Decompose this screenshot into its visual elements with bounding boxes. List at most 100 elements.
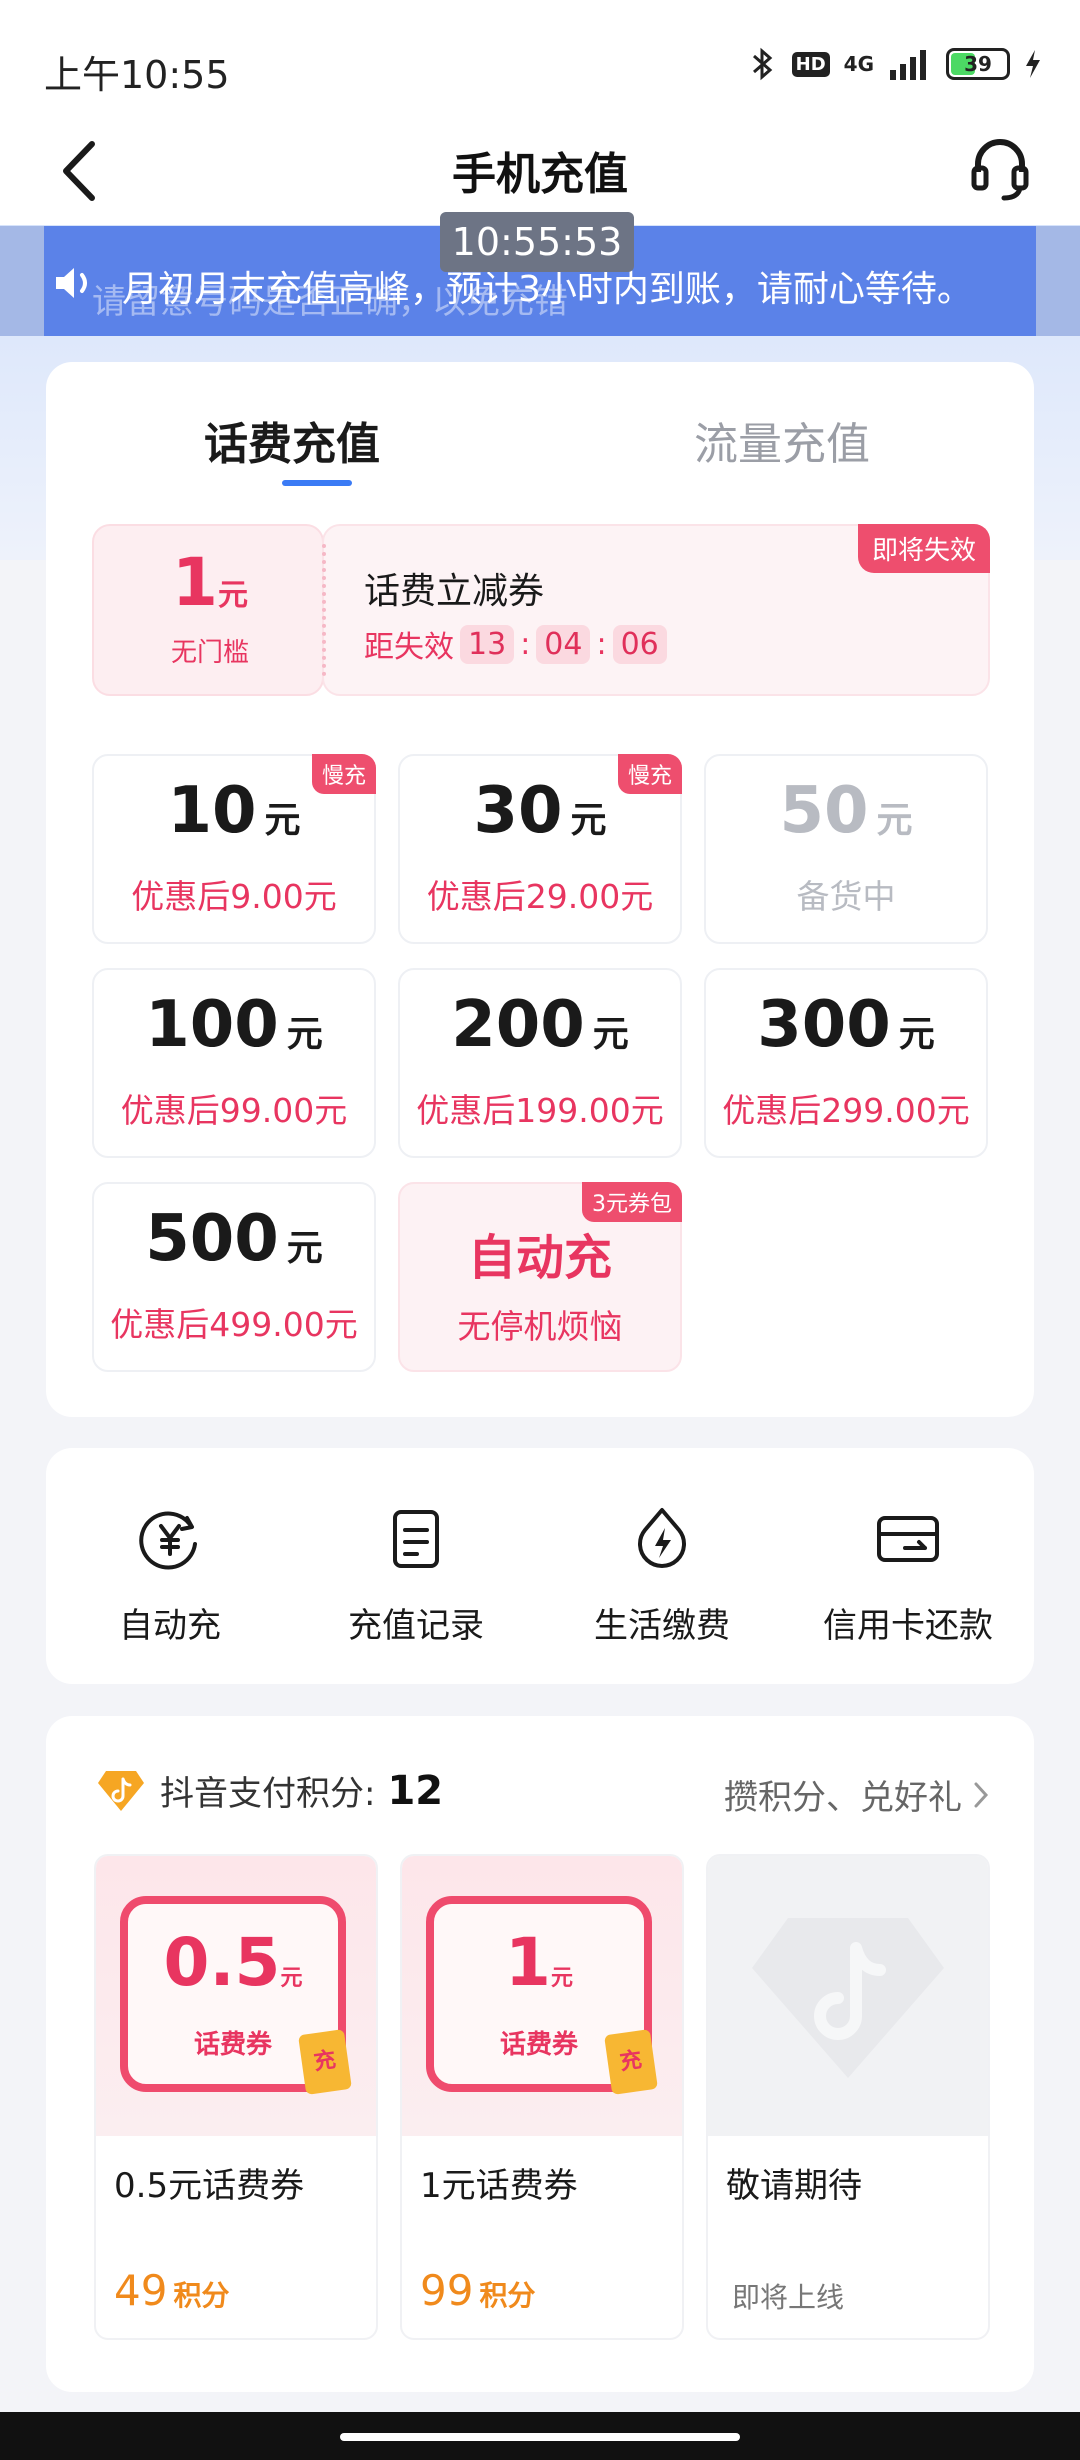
price-amount: 50 元 — [706, 774, 986, 848]
action-label: 生活缴费 — [594, 1606, 730, 1646]
action-recharge-records[interactable]: 充值记录 — [316, 1506, 516, 1647]
auto-recharge-sub: 无停机烦恼 — [457, 1307, 623, 1346]
price-amount-value: 100 — [145, 988, 279, 1062]
battery-icon: 39 — [946, 48, 1010, 80]
price-stock-status: 备货中 — [796, 877, 896, 916]
price-amount: 500 元 — [94, 1202, 374, 1276]
price-amount-unit: 元 — [264, 800, 301, 841]
price-option-30[interactable]: 30 元 优惠后29.00元 慢充 — [398, 754, 682, 944]
countdown-label: 距失效 — [364, 630, 454, 665]
lightning-drop-icon — [638, 1508, 686, 1568]
customer-service-icon[interactable] — [968, 132, 1032, 204]
recharge-card: 话费充值 流量充值 1元 无门槛 话费立减券 距失效 13 : 04 : 06 … — [46, 362, 1034, 1417]
price-amount-unit: 元 — [570, 800, 607, 841]
gift-image: 1元 话费券 充 — [402, 1856, 682, 2136]
tab-indicator — [282, 480, 352, 486]
gift-item[interactable]: 1元 话费券 充 1元话费券 99 积分 — [400, 1854, 684, 2340]
voucher-value-unit: 元 — [280, 1966, 303, 1991]
voucher-value-number: 0.5 — [163, 1924, 281, 2001]
chevron-right-icon — [974, 1782, 989, 1807]
action-utility-payment[interactable]: 生活缴费 — [562, 1506, 762, 1647]
voucher-value: 0.5元 — [128, 1924, 338, 2001]
slow-charge-badge: 慢充 — [311, 754, 376, 794]
gift-cost-value: 99 — [420, 2266, 474, 2315]
home-indicator[interactable] — [340, 2433, 740, 2441]
tab-phone-bill[interactable]: 话费充值 — [204, 408, 380, 472]
quick-actions-card: 自动充 充值记录 生活缴费 信用卡还款 — [46, 1448, 1034, 1684]
price-amount: 200 元 — [400, 988, 680, 1062]
points-card: 抖音支付积分: 12 攒积分、兑好礼 0.5元 话费券 充 0.5元话费券 49… — [46, 1716, 1034, 2392]
auto-recharge-title: 自动充 — [467, 1230, 612, 1286]
price-option-10[interactable]: 10 元 优惠后9.00元 慢充 — [92, 754, 376, 944]
coupon-divider — [322, 544, 326, 676]
overlay-clock: 10:55:53 — [440, 212, 634, 272]
points-value: 12 — [387, 1767, 444, 1814]
price-amount-unit: 元 — [286, 1014, 323, 1055]
countdown-colon: : — [596, 626, 607, 662]
points-label: 抖音支付积分: — [160, 1774, 376, 1814]
gift-image-placeholder — [708, 1856, 988, 2136]
douyin-points-icon — [98, 1770, 144, 1811]
action-credit-card-repayment[interactable]: 信用卡还款 — [808, 1506, 1008, 1647]
coupon-condition: 无门槛 — [170, 638, 249, 668]
gift-item[interactable]: 0.5元 话费券 充 0.5元话费券 49 积分 — [94, 1854, 378, 2340]
coupon-title: 话费立减券 — [364, 571, 545, 612]
price-amount-unit: 元 — [286, 1228, 323, 1269]
price-option-300[interactable]: 300 元 优惠后299.00元 — [704, 968, 988, 1158]
price-option-200[interactable]: 200 元 优惠后199.00元 — [398, 968, 682, 1158]
gift-name: 0.5元话费券 — [114, 2166, 305, 2206]
price-discount: 优惠后299.00元 — [722, 1091, 970, 1130]
gift-item-coming-soon: 敬请期待 即将上线 — [706, 1854, 990, 2340]
nav-bar: 手机充值 — [0, 120, 1080, 220]
price-amount-value: 10 — [167, 774, 257, 848]
price-amount-value: 300 — [757, 988, 891, 1062]
yuan-cycle-icon — [139, 1511, 197, 1570]
countdown-seconds: 06 — [612, 624, 667, 664]
auto-recharge-option[interactable]: 自动充 无停机烦恼 3元券包 — [398, 1182, 682, 1372]
coupon-expiring-tag: 即将失效 — [857, 524, 990, 573]
countdown-colon: : — [520, 626, 531, 662]
points-header: 抖音支付积分: 12 — [96, 1766, 443, 1815]
gift-status: 即将上线 — [732, 2281, 845, 2314]
action-auto-recharge[interactable]: 自动充 — [70, 1506, 270, 1647]
price-amount: 300 元 — [706, 988, 986, 1062]
price-amount: 100 元 — [94, 988, 374, 1062]
price-option-500[interactable]: 500 元 优惠后499.00元 — [92, 1182, 376, 1372]
hd-icon: HD — [791, 51, 830, 77]
status-bar: 上午10:55 HD 4G 39 — [0, 0, 1080, 130]
price-option-100[interactable]: 100 元 优惠后99.00元 — [92, 968, 376, 1158]
gift-cost-unit: 积分 — [173, 2279, 230, 2312]
voucher-value-number: 1 — [505, 1924, 551, 2001]
price-amount-unit: 元 — [876, 800, 913, 841]
gift-name: 1元话费券 — [420, 2166, 578, 2206]
price-amount-unit: 元 — [898, 1014, 935, 1055]
document-icon — [393, 1510, 439, 1568]
gift-cost: 49 积分 — [114, 2266, 229, 2315]
voucher-value: 1元 — [434, 1924, 644, 2001]
recharge-chip: 充 — [298, 2029, 352, 2095]
gift-cost-value: 49 — [114, 2266, 168, 2315]
price-discount: 优惠后99.00元 — [120, 1091, 348, 1130]
battery-level: 39 — [964, 52, 992, 76]
price-discount: 优惠后29.00元 — [426, 877, 654, 916]
gift-cost: 99 积分 — [420, 2266, 535, 2315]
price-discount: 优惠后9.00元 — [131, 877, 337, 916]
coupon-card[interactable]: 1元 无门槛 话费立减券 距失效 13 : 04 : 06 即将失效 — [92, 524, 990, 696]
recharge-chip: 充 — [604, 2029, 658, 2095]
coupon-right: 话费立减券 距失效 13 : 04 : 06 即将失效 — [322, 524, 990, 696]
page-title: 手机充值 — [452, 149, 628, 200]
price-amount-value: 50 — [779, 774, 869, 848]
tab-data[interactable]: 流量充值 — [694, 408, 870, 472]
coupon-amount-value: 1 — [172, 544, 218, 621]
status-time: 上午10:55 — [44, 53, 230, 97]
price-amount-value: 200 — [451, 988, 585, 1062]
price-discount: 优惠后499.00元 — [110, 1305, 358, 1344]
action-label: 充值记录 — [348, 1606, 484, 1646]
coupon-countdown: 距失效 13 : 04 : 06 — [364, 622, 667, 666]
credit-card-icon — [877, 1516, 939, 1562]
signal-icon — [890, 50, 926, 80]
earn-points-link[interactable]: 攒积分、兑好礼 — [724, 1770, 990, 1819]
status-icons: HD 4G 39 — [748, 46, 1042, 82]
charging-icon — [1026, 50, 1040, 78]
slow-charge-badge: 慢充 — [617, 754, 682, 794]
